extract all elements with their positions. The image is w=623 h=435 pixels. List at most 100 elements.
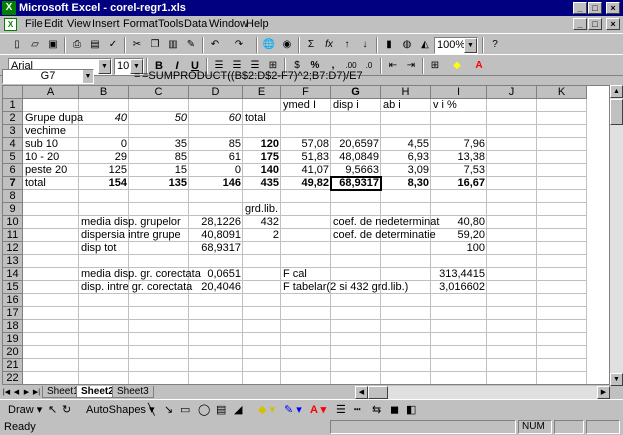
maximize-button[interactable]: □ [588, 2, 602, 14]
column-header-g[interactable]: G [331, 86, 381, 99]
row-header-3[interactable]: 3 [3, 125, 23, 138]
row-header-16[interactable]: 16 [3, 294, 23, 307]
sort-ascending-icon[interactable]: ↑ [338, 37, 356, 53]
workbook-icon[interactable]: X [4, 18, 17, 31]
paste-icon[interactable]: ▥ [164, 37, 182, 53]
row-header-13[interactable]: 13 [3, 255, 23, 268]
column-header-h[interactable]: H [381, 86, 431, 99]
row-header-12[interactable]: 12 [3, 242, 23, 255]
open-icon[interactable]: ▱ [26, 37, 44, 53]
copy-icon[interactable]: ❐ [146, 37, 164, 53]
cut-icon[interactable]: ✂ [128, 37, 146, 53]
web-toolbar-icon[interactable]: ◉ [278, 37, 296, 53]
menu-file[interactable]: File [25, 18, 43, 30]
first-sheet-icon[interactable]: |◀ [2, 387, 11, 398]
rotate-icon[interactable]: ↻ [62, 403, 71, 418]
cell-e11[interactable]: 2 [243, 229, 281, 242]
cell-e5[interactable]: 175 [243, 151, 281, 164]
cell-c4[interactable]: 35 [129, 138, 189, 151]
cell-f6[interactable]: 41,07 [281, 164, 331, 177]
row-header-14[interactable]: 14 [3, 268, 23, 281]
scroll-up-icon[interactable]: ▲ [610, 85, 623, 98]
cell-i10[interactable]: 40,80 [431, 216, 487, 229]
row-header-19[interactable]: 19 [3, 333, 23, 346]
cell-c7[interactable]: 135 [129, 177, 189, 190]
cell-b4[interactable]: 0 [79, 138, 129, 151]
cell-e4[interactable]: 120 [243, 138, 281, 151]
print-preview-icon[interactable]: ▤ [86, 37, 104, 53]
minimize-button[interactable]: _ [573, 2, 587, 14]
next-sheet-icon[interactable]: ▶ [22, 387, 31, 398]
row-header-22[interactable]: 22 [3, 372, 23, 384]
autoshapes-menu[interactable]: AutoShapes ▾ [86, 403, 155, 418]
oval-icon[interactable]: ◯ [198, 403, 210, 418]
row-header-11[interactable]: 11 [3, 229, 23, 242]
row-header-5[interactable]: 5 [3, 151, 23, 164]
office-assistant-icon[interactable]: ? [486, 37, 504, 53]
drawing-icon[interactable]: ◭ [416, 37, 434, 53]
cell-h5[interactable]: 6,93 [381, 151, 431, 164]
cell-d14[interactable]: 0,0651 [189, 268, 243, 281]
cell-d11[interactable]: 40,8091 [189, 229, 243, 242]
select-all-corner[interactable] [3, 86, 23, 99]
redo-icon[interactable]: ↷ [230, 37, 248, 53]
arrow-icon[interactable]: ↘ [164, 403, 173, 418]
cell-i4[interactable]: 7,96 [431, 138, 487, 151]
excel-app-icon[interactable]: X [2, 1, 16, 15]
scroll-left-icon[interactable]: ◀ [355, 386, 368, 399]
line-icon[interactable]: ╲ [148, 403, 155, 418]
map-icon[interactable]: ◍ [398, 37, 416, 53]
cell-f5[interactable]: 51,83 [281, 151, 331, 164]
wordart-icon[interactable]: ◢ [234, 403, 242, 418]
textbox-icon[interactable]: ▤ [216, 403, 226, 418]
cell-f7[interactable]: 49,82 [281, 177, 331, 190]
cell-a4[interactable]: sub 10 [23, 138, 79, 151]
cell-b5[interactable]: 29 [79, 151, 129, 164]
menu-view[interactable]: View [67, 18, 91, 30]
worksheet-grid[interactable]: A B C D E F G H I J K 1 2 3 4 5 6 7 8 9 10 11 12 13 14 15 16 17 18 19… [2, 85, 610, 385]
cell-i15[interactable]: 3,016602 [431, 281, 487, 294]
cell-b2[interactable]: 40 [79, 112, 129, 125]
format-painter-icon[interactable]: ✎ [182, 37, 200, 53]
row-header-20[interactable]: 20 [3, 346, 23, 359]
cell-a5[interactable]: 10 - 20 [23, 151, 79, 164]
function-icon[interactable]: fx [320, 37, 338, 53]
cell-b11[interactable]: dispersia intre grupe [79, 229, 181, 242]
line-color-icon[interactable]: ✎ ▾ [284, 403, 302, 418]
cell-i11[interactable]: 59,20 [431, 229, 487, 242]
cell-d10[interactable]: 28,1226 [189, 216, 243, 229]
doc-close-button[interactable]: × [606, 18, 620, 30]
row-header-17[interactable]: 17 [3, 307, 23, 320]
cell-c5[interactable]: 85 [129, 151, 189, 164]
line-style-icon[interactable]: ☰ [336, 403, 346, 418]
save-icon[interactable]: ▣ [44, 37, 62, 53]
menu-window[interactable]: Window [209, 18, 248, 30]
hyperlink-icon[interactable]: 🌐 [260, 37, 278, 53]
edit-formula-button[interactable]: = [134, 70, 140, 82]
cell-g1[interactable]: disp i [331, 99, 381, 112]
menu-tools[interactable]: Tools [158, 18, 184, 30]
cell-h7[interactable]: 8,30 [381, 177, 431, 190]
cell-b15[interactable]: disp. intre gr. corectata [79, 281, 192, 294]
row-header-6[interactable]: 6 [3, 164, 23, 177]
row-header-7[interactable]: 7 [3, 177, 23, 190]
cell-i12[interactable]: 100 [431, 242, 487, 255]
cell-f15[interactable]: F tabelar(2 si 432 grd.lib.) [281, 281, 408, 294]
undo-icon[interactable]: ↶ [206, 37, 224, 53]
row-header-15[interactable]: 15 [3, 281, 23, 294]
cell-e6[interactable]: 140 [243, 164, 281, 177]
tab-sheet3[interactable]: Sheet3 [112, 386, 154, 398]
cell-h6[interactable]: 3,09 [381, 164, 431, 177]
rectangle-icon[interactable]: ▭ [180, 403, 190, 418]
column-header-i[interactable]: I [431, 86, 487, 99]
cell-g5[interactable]: 48,0849 [331, 151, 381, 164]
cell-d6[interactable]: 0 [189, 164, 243, 177]
last-sheet-icon[interactable]: ▶| [32, 387, 41, 398]
formula-input[interactable]: =SUMPRODUCT((B$2:D$2-F7)^2;B7:D7)/E7 [142, 70, 363, 82]
cell-f14[interactable]: F cal [281, 268, 331, 281]
draw-font-color-icon[interactable]: A ▾ [310, 403, 326, 418]
vertical-scroll-thumb[interactable] [610, 99, 623, 125]
cell-i5[interactable]: 13,38 [431, 151, 487, 164]
cell-b12[interactable]: disp tot [79, 242, 129, 255]
doc-minimize-button[interactable]: _ [573, 18, 587, 30]
